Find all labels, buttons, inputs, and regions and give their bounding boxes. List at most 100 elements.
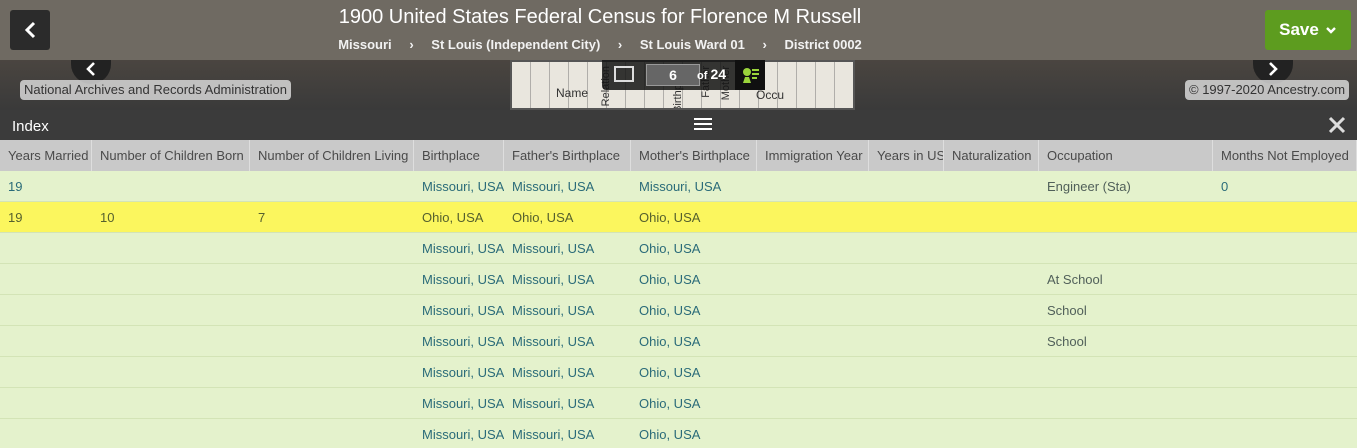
copyright-label: © 1997-2020 Ancestry.com bbox=[1185, 80, 1350, 100]
column-header-mother-birthplace[interactable]: Mother's Birthplace bbox=[631, 140, 757, 171]
column-header-father-birthplace[interactable]: Father's Birthplace bbox=[504, 140, 631, 171]
index-table: Years Married Number of Children Born Nu… bbox=[0, 140, 1357, 448]
hamburger-icon[interactable] bbox=[694, 117, 712, 131]
column-header-naturalization[interactable]: Naturalization bbox=[944, 140, 1039, 171]
table-cell: Missouri, USA bbox=[639, 179, 722, 194]
table-cell: Missouri, USA bbox=[422, 241, 504, 256]
breadcrumb-county[interactable]: St Louis (Independent City) bbox=[431, 37, 600, 52]
table-cell bbox=[1039, 419, 1213, 448]
table-cell: Ohio, USA bbox=[639, 396, 701, 411]
table-cell: Missouri, USA bbox=[512, 272, 595, 287]
table-cell bbox=[869, 202, 944, 232]
filmstrip-icon[interactable] bbox=[614, 66, 634, 82]
table-cell bbox=[250, 388, 414, 418]
table-cell bbox=[0, 295, 92, 325]
image-word: Name bbox=[556, 86, 589, 100]
record-title: 1900 United States Federal Census for Fl… bbox=[338, 6, 862, 28]
table-cell bbox=[757, 295, 869, 325]
table-cell bbox=[869, 264, 944, 294]
table-cell bbox=[757, 388, 869, 418]
table-cell bbox=[1213, 388, 1357, 418]
table-cell: Missouri, USA bbox=[422, 303, 504, 318]
page-of-label: of bbox=[697, 70, 708, 82]
index-panel-header: Index bbox=[0, 110, 1357, 140]
source-label: National Archives and Records Administra… bbox=[20, 80, 292, 100]
table-cell bbox=[0, 264, 92, 294]
table-row[interactable]: Missouri, USA Missouri, USA Ohio, USA At Sc… bbox=[0, 264, 1357, 295]
table-row[interactable]: Missouri, USA Missouri, USA Ohio, USA bbox=[0, 233, 1357, 264]
chevron-left-icon bbox=[86, 62, 95, 76]
table-cell bbox=[869, 388, 944, 418]
table-cell bbox=[757, 233, 869, 263]
breadcrumb-ward[interactable]: St Louis Ward 01 bbox=[640, 37, 745, 52]
table-row[interactable]: Missouri, USA Missouri, USA Ohio, USA bbox=[0, 419, 1357, 448]
column-header-birthplace[interactable]: Birthplace bbox=[414, 140, 504, 171]
save-label: Save bbox=[1279, 20, 1319, 39]
table-cell bbox=[250, 419, 414, 448]
table-cell: Missouri, USA bbox=[512, 396, 595, 411]
table-row[interactable]: 19 Missouri, USA Missouri, USA Missouri, US… bbox=[0, 171, 1357, 202]
table-cell: School bbox=[1047, 334, 1087, 349]
table-cell bbox=[250, 357, 414, 387]
column-header-immigration-year[interactable]: Immigration Year bbox=[757, 140, 869, 171]
table-cell: Missouri, USA bbox=[512, 427, 595, 442]
breadcrumb: Missouri › St Louis (Independent City) ›… bbox=[250, 37, 950, 52]
table-cell: Missouri, USA bbox=[512, 303, 595, 318]
table-cell: Ohio, USA bbox=[639, 210, 701, 225]
table-cell: Ohio, USA bbox=[639, 334, 701, 349]
tree-button[interactable] bbox=[735, 60, 765, 90]
table-body: 19 Missouri, USA Missouri, USA Missouri, US… bbox=[0, 171, 1357, 448]
table-cell bbox=[944, 388, 1039, 418]
table-cell bbox=[1213, 264, 1357, 294]
table-cell bbox=[1213, 419, 1357, 448]
table-cell: Missouri, USA bbox=[422, 179, 504, 194]
table-row[interactable]: 19 10 7 Ohio, USA Ohio, USA Ohio, USA bbox=[0, 202, 1357, 233]
table-cell bbox=[944, 295, 1039, 325]
table-cell: Missouri, USA bbox=[422, 334, 504, 349]
table-cell bbox=[757, 264, 869, 294]
column-header-children-born[interactable]: Number of Children Born bbox=[92, 140, 250, 171]
table-row[interactable]: Missouri, USA Missouri, USA Ohio, USA Schoo… bbox=[0, 295, 1357, 326]
table-cell bbox=[1039, 202, 1213, 232]
table-cell bbox=[757, 202, 869, 232]
table-cell bbox=[250, 264, 414, 294]
save-button[interactable]: Save bbox=[1265, 10, 1351, 50]
chevron-down-icon bbox=[1325, 27, 1336, 34]
column-header-months-not-employed[interactable]: Months Not Employed bbox=[1213, 140, 1357, 171]
table-cell bbox=[869, 171, 944, 201]
table-cell: Ohio, USA bbox=[639, 241, 701, 256]
column-header-children-living[interactable]: Number of Children Living bbox=[250, 140, 414, 171]
close-icon[interactable] bbox=[1327, 115, 1347, 135]
page-total-count: 24 bbox=[710, 66, 727, 82]
column-header-years-in-us[interactable]: Years in US bbox=[869, 140, 944, 171]
table-row[interactable]: Missouri, USA Missouri, USA Ohio, USA bbox=[0, 388, 1357, 419]
breadcrumb-separator: › bbox=[762, 37, 767, 52]
table-cell bbox=[944, 264, 1039, 294]
table-cell bbox=[869, 233, 944, 263]
table-row[interactable]: Missouri, USA Missouri, USA Ohio, USA Schoo… bbox=[0, 326, 1357, 357]
breadcrumb-district[interactable]: District 0002 bbox=[784, 37, 861, 52]
column-header-occupation[interactable]: Occupation bbox=[1039, 140, 1213, 171]
table-header-row: Years Married Number of Children Born Nu… bbox=[0, 140, 1357, 171]
image-viewer[interactable]: Name Relation Birthplace Father Mother O… bbox=[0, 60, 1357, 110]
table-cell bbox=[1213, 202, 1357, 232]
image-pager: 6 of 24 bbox=[602, 60, 765, 90]
table-cell bbox=[0, 326, 92, 356]
page-number-input[interactable]: 6 bbox=[646, 64, 700, 86]
table-cell: Missouri, USA bbox=[422, 365, 504, 380]
breadcrumb-state[interactable]: Missouri bbox=[338, 37, 391, 52]
index-title: Index bbox=[12, 118, 49, 135]
table-cell bbox=[92, 295, 250, 325]
table-cell bbox=[1039, 233, 1213, 263]
table-cell: 7 bbox=[258, 210, 266, 225]
breadcrumb-separator: › bbox=[409, 37, 414, 52]
back-button[interactable] bbox=[10, 10, 50, 50]
table-cell bbox=[250, 326, 414, 356]
column-header-years-married[interactable]: Years Married bbox=[0, 140, 92, 171]
table-cell: Missouri, USA bbox=[512, 334, 595, 349]
page-total: of 24 bbox=[697, 66, 726, 82]
table-row[interactable]: Missouri, USA Missouri, USA Ohio, USA bbox=[0, 357, 1357, 388]
table-cell: Ohio, USA bbox=[639, 365, 701, 380]
table-cell bbox=[92, 326, 250, 356]
table-cell: Missouri, USA bbox=[512, 241, 595, 256]
